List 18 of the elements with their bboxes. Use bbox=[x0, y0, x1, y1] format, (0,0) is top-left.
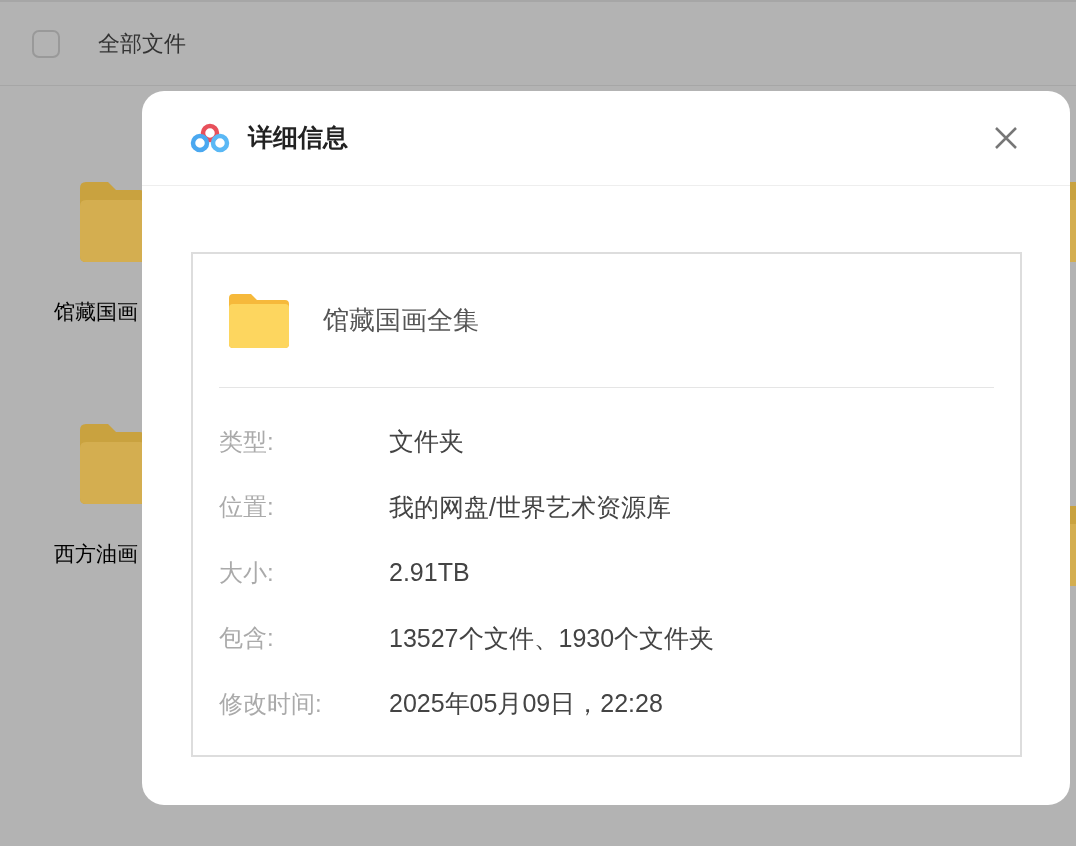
detail-value: 2025年05月09日，22:28 bbox=[389, 688, 663, 719]
select-all-checkbox[interactable] bbox=[32, 29, 60, 58]
detail-value: 我的网盘/世界艺术资源库 bbox=[389, 491, 671, 523]
folder-name[interactable]: 西方油画 bbox=[54, 537, 138, 569]
detail-label: 修改时间: bbox=[219, 688, 323, 719]
detail-label: 大小: bbox=[219, 557, 275, 588]
detail-value: 13527个文件、1930个文件夹 bbox=[389, 622, 715, 654]
folder-name: 馆藏国画全集 bbox=[323, 304, 479, 337]
detail-value: 2.91TB bbox=[389, 557, 470, 588]
dialog-title: 详细信息 bbox=[248, 122, 348, 154]
detail-value: 文件夹 bbox=[389, 426, 464, 457]
detail-label: 位置: bbox=[219, 492, 275, 523]
detail-label: 包含: bbox=[219, 623, 275, 654]
folder-name[interactable]: 馆藏国画 bbox=[54, 296, 138, 328]
detail-label: 类型: bbox=[219, 426, 275, 457]
breadcrumb-title: 全部文件 bbox=[98, 30, 186, 58]
close-icon[interactable] bbox=[994, 126, 1018, 150]
cloud-logo-icon bbox=[190, 123, 230, 153]
